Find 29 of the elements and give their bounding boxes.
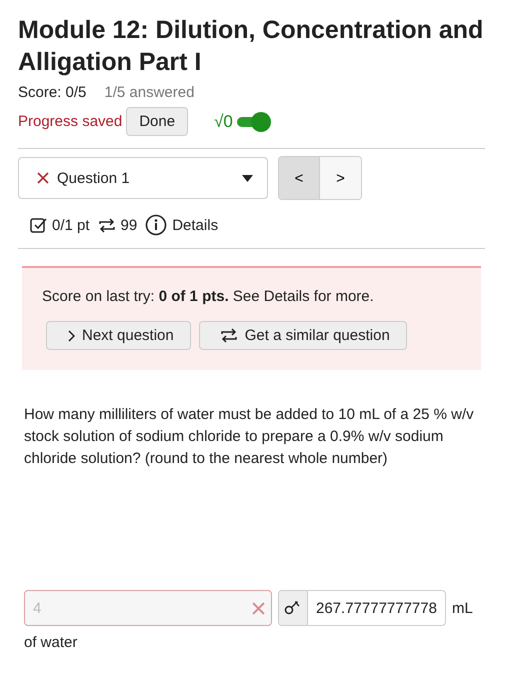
- answer-suffix: of water: [24, 634, 78, 651]
- repeat-icon: [220, 327, 238, 344]
- question-select[interactable]: Question 1: [18, 157, 268, 199]
- next-button[interactable]: >: [320, 157, 361, 199]
- next-question-button[interactable]: Next question: [46, 321, 191, 350]
- info-icon: [145, 214, 168, 236]
- math-toggle[interactable]: [236, 112, 271, 132]
- math-label: √0: [214, 112, 233, 132]
- score-text: Score: 0/5: [18, 84, 86, 101]
- close-icon: [252, 602, 265, 614]
- unit-label: mL: [452, 600, 473, 616]
- repeat-icon: [98, 216, 116, 234]
- checkbox-icon: [30, 216, 47, 234]
- feedback-text: Score on last try: 0 of 1 pts. See Details for more.: [42, 288, 375, 305]
- answered-text: 1/5 answered: [104, 84, 194, 101]
- close-icon: [37, 172, 49, 184]
- details-link[interactable]: Details: [172, 216, 218, 234]
- progress-status: Progress saved: [18, 113, 122, 130]
- key-icon: [284, 601, 302, 615]
- question-text: How many milliliters of water must be added to 10 mL of a 25 % w/v stock solution of sodium chloride to prepare a 0.9% w/v sodium chloride solution? (round to the nearest whole number): [24, 405, 475, 469]
- page-title: Module 12: Dilution, Concentration and Alligation Part I: [18, 15, 484, 78]
- answer-key-field: 267.77777777778: [278, 590, 446, 626]
- similar-question-button[interactable]: Get a similar question: [198, 321, 407, 350]
- previous-button[interactable]: <: [279, 157, 320, 199]
- chevron-icon: [67, 330, 75, 342]
- attempts-text: 99: [120, 216, 138, 234]
- dropdown-caret-icon: [242, 174, 253, 182]
- done-button[interactable]: Done: [126, 107, 188, 136]
- points-text: 0/1 pt: [52, 216, 90, 234]
